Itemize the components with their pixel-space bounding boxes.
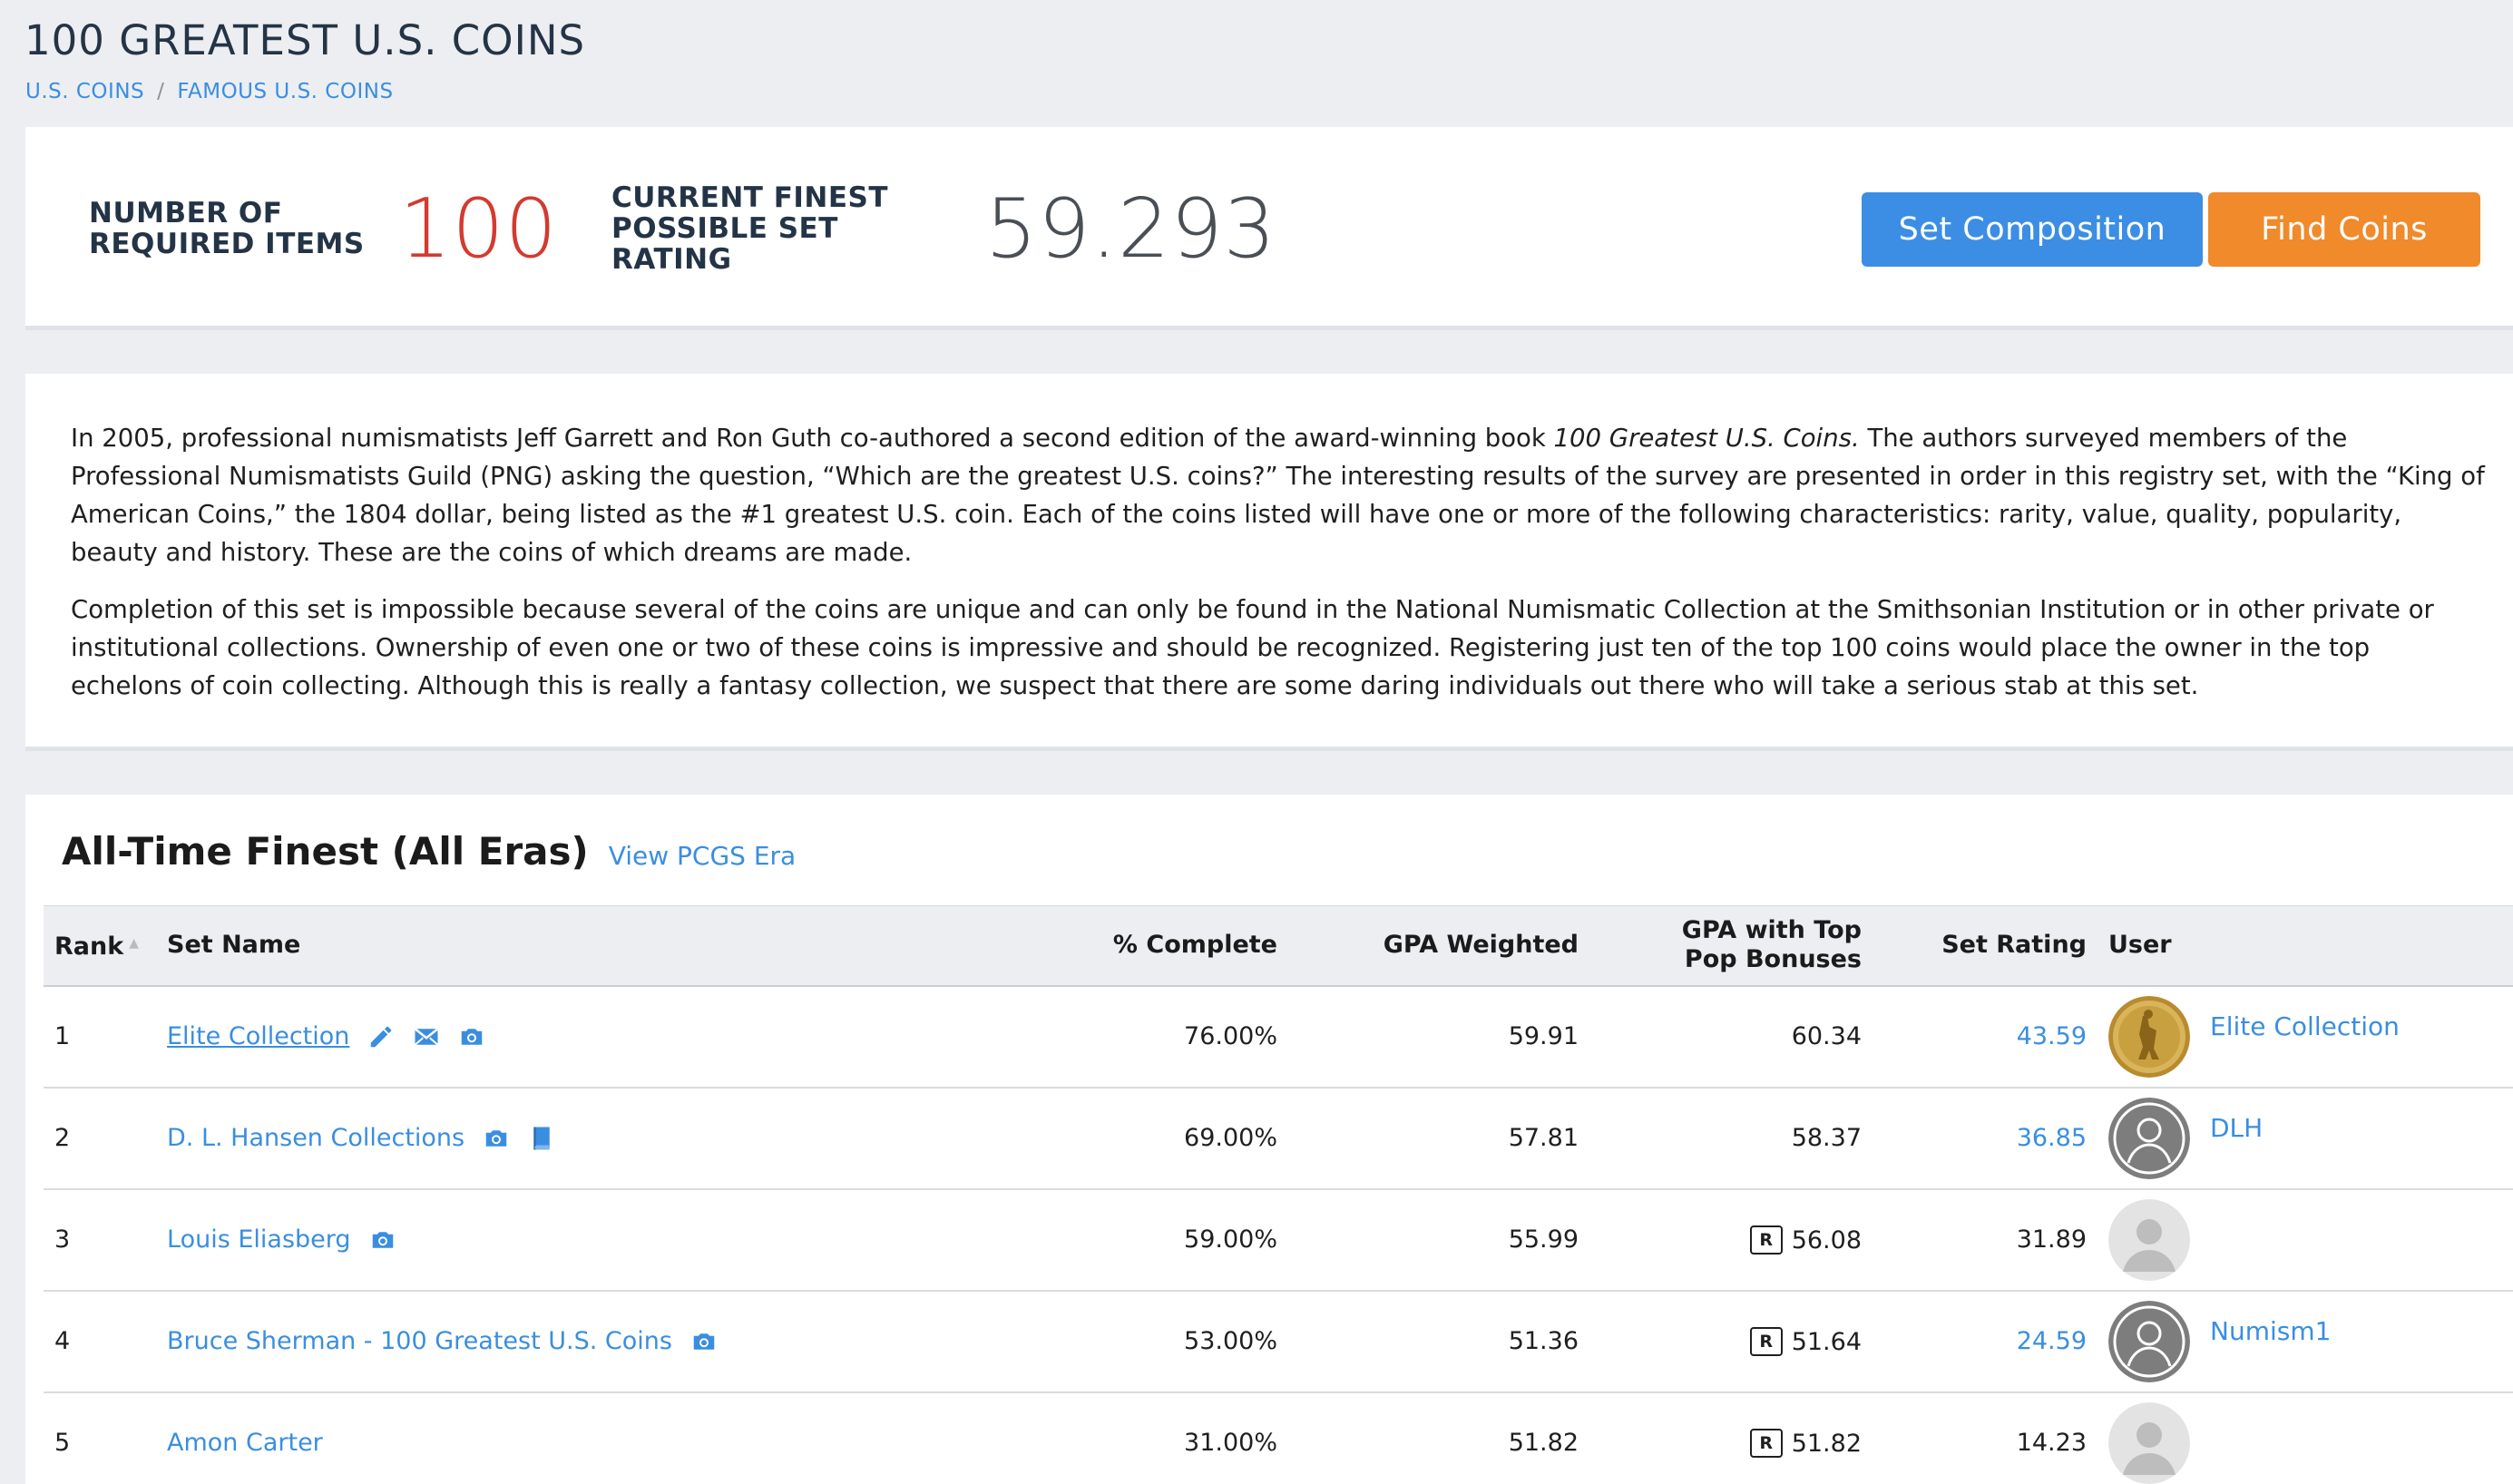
r-badge: R xyxy=(1749,1428,1783,1458)
find-coins-button[interactable]: Find Coins xyxy=(2208,192,2480,267)
complete-cell: 53.00% xyxy=(1074,1290,1288,1393)
gpa-weighted-cell: 51.82 xyxy=(1288,1391,1589,1484)
set-composition-button[interactable]: Set Composition xyxy=(1862,192,2203,267)
description-paragraph-2: Completion of this set is impossible bec… xyxy=(71,595,2434,700)
set-name-link[interactable]: Amon Carter xyxy=(167,1429,323,1457)
breadcrumb-famous-us-coins[interactable]: FAMOUS U.S. COINS xyxy=(177,80,393,103)
finest-sets-table: Rank ▲ Set Name % Complete GPA Weighted G… xyxy=(44,905,2513,1484)
avatar[interactable] xyxy=(2108,1300,2190,1382)
pencil-icon[interactable] xyxy=(367,1023,395,1050)
rank-cell: 5 xyxy=(44,1391,156,1484)
rank-cell: 1 xyxy=(44,985,156,1089)
complete-cell: 31.00% xyxy=(1074,1391,1288,1484)
column-set-name[interactable]: Set Name xyxy=(156,905,1074,987)
finest-rating-value: 59.293 xyxy=(985,181,1276,277)
gpa-top-cell: R 56.08 xyxy=(1589,1188,1873,1292)
gpa-top-cell: R 51.64 xyxy=(1589,1290,1873,1393)
gpa-weighted-cell: 55.99 xyxy=(1288,1188,1589,1292)
user-link[interactable]: DLH xyxy=(2210,1113,2263,1143)
finest-header: All-Time Finest (All Eras) View PCGS Era xyxy=(62,829,796,874)
camera-icon[interactable] xyxy=(458,1023,485,1050)
set-name-link[interactable]: D. L. Hansen Collections xyxy=(167,1124,464,1152)
set-rating-link[interactable]: 24.59 xyxy=(2017,1327,2087,1355)
r-badge: R xyxy=(1749,1326,1783,1356)
rank-cell: 3 xyxy=(44,1188,156,1292)
complete-cell: 69.00% xyxy=(1074,1087,1288,1190)
set-rating-cell: 31.89 xyxy=(1873,1188,2097,1292)
complete-cell: 59.00% xyxy=(1074,1188,1288,1292)
gpa-top-cell: 60.34 xyxy=(1589,985,1873,1089)
set-name-link[interactable]: Louis Eliasberg xyxy=(167,1225,351,1254)
book-title: 100 Greatest U.S. Coins. xyxy=(1553,424,1860,453)
breadcrumb: U.S. COINS / FAMOUS U.S. COINS xyxy=(25,80,394,103)
rank-cell: 2 xyxy=(44,1087,156,1190)
column-user[interactable]: User xyxy=(2097,905,2513,987)
finest-rating-label: CURRENT FINEST POSSIBLE SET RATING xyxy=(611,181,889,276)
gpa-weighted-cell: 57.81 xyxy=(1288,1087,1589,1190)
all-time-finest-card: All-Time Finest (All Eras) View PCGS Era… xyxy=(25,795,2513,1484)
view-pcgs-era-link[interactable]: View PCGS Era xyxy=(609,841,797,871)
required-items-value: 100 xyxy=(399,181,558,277)
column-rank[interactable]: Rank ▲ xyxy=(44,905,156,987)
set-rating-cell: 14.23 xyxy=(1873,1391,2097,1484)
user-link[interactable]: Elite Collection xyxy=(2210,1011,2400,1041)
set-name-link[interactable]: Elite Collection xyxy=(167,1022,349,1050)
sort-arrow-icon: ▲ xyxy=(129,936,139,952)
avatar[interactable] xyxy=(2108,1097,2190,1179)
avatar xyxy=(2108,1401,2190,1484)
avatar[interactable] xyxy=(2108,995,2190,1078)
column-complete[interactable]: % Complete xyxy=(1074,905,1288,987)
page-title: 100 GREATEST U.S. COINS xyxy=(24,16,586,64)
complete-cell: 76.00% xyxy=(1074,985,1288,1089)
table-row: 5 Amon Carter 31.00% 51.82 R 51.82 14.23 xyxy=(44,1391,2513,1484)
set-rating-link[interactable]: 36.85 xyxy=(2017,1124,2087,1152)
avatar xyxy=(2108,1198,2190,1281)
column-set-rating[interactable]: Set Rating xyxy=(1873,905,2097,987)
gpa-weighted-cell: 59.91 xyxy=(1288,985,1589,1089)
camera-icon[interactable] xyxy=(369,1226,396,1254)
description-paragraph-1: In 2005, professional numismatists Jeff … xyxy=(71,424,2485,567)
book-icon[interactable] xyxy=(528,1125,555,1152)
rank-cell: 4 xyxy=(44,1290,156,1393)
table-row: 3 Louis Eliasberg 59.00% 55.99 R 56.08 31… xyxy=(44,1188,2513,1292)
set-name-link[interactable]: Bruce Sherman - 100 Greatest U.S. Coins xyxy=(167,1327,672,1355)
set-rating-link[interactable]: 43.59 xyxy=(2017,1022,2087,1050)
camera-icon[interactable] xyxy=(690,1328,718,1355)
user-link[interactable]: Numism1 xyxy=(2210,1316,2331,1346)
set-summary-card: NUMBER OF REQUIRED ITEMS 100 CURRENT FIN… xyxy=(25,127,2513,330)
table-header-row: Rank ▲ Set Name % Complete GPA Weighted G… xyxy=(44,905,2513,987)
finest-rating-stat: CURRENT FINEST POSSIBLE SET RATING 59.29… xyxy=(611,127,1276,330)
column-gpa-top-pop[interactable]: GPA with Top Pop Bonuses xyxy=(1589,905,1873,987)
column-gpa-weighted[interactable]: GPA Weighted xyxy=(1288,905,1589,987)
breadcrumb-separator: / xyxy=(157,80,165,103)
camera-icon[interactable] xyxy=(483,1125,510,1152)
breadcrumb-us-coins[interactable]: U.S. COINS xyxy=(25,80,144,103)
gpa-top-cell: R 51.82 xyxy=(1589,1391,1873,1484)
required-items-label: NUMBER OF REQUIRED ITEMS xyxy=(89,197,365,260)
r-badge: R xyxy=(1749,1225,1783,1255)
set-description-card: In 2005, professional numismatists Jeff … xyxy=(25,374,2513,751)
table-row: 2 D. L. Hansen Collections 69.00% 57.81 … xyxy=(44,1087,2513,1190)
gpa-weighted-cell: 51.36 xyxy=(1288,1290,1589,1393)
table-row: 4 Bruce Sherman - 100 Greatest U.S. Coin… xyxy=(44,1290,2513,1393)
required-items-stat: NUMBER OF REQUIRED ITEMS 100 xyxy=(89,127,558,330)
gpa-top-cell: 58.37 xyxy=(1589,1087,1873,1190)
finest-title: All-Time Finest (All Eras) xyxy=(62,829,589,874)
envelope-icon[interactable] xyxy=(413,1023,440,1050)
table-row: 1 Elite Collection 76.00% 59.91 60.34 43… xyxy=(44,985,2513,1089)
